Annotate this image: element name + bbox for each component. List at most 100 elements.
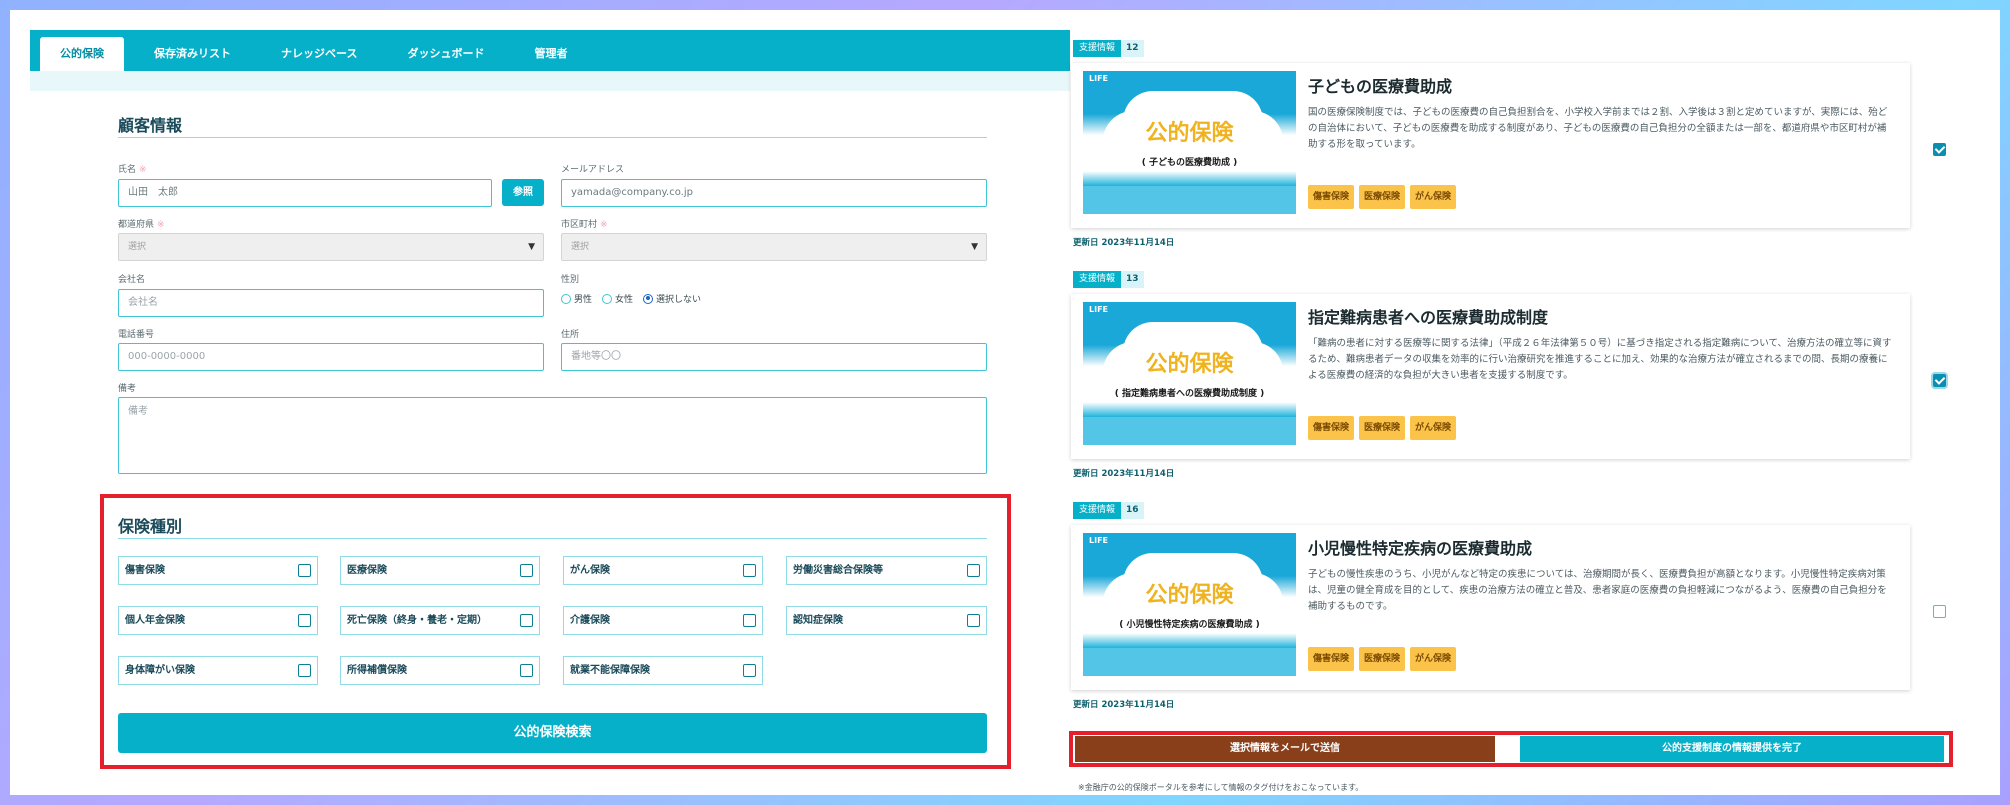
support-card: LIFE 公的保険 ( 指定難病患者への医療費助成制度 ) 指定難病患者への医療… (1071, 294, 1910, 459)
insurance-type-checkbox[interactable]: 就業不能保障保険 (563, 656, 763, 685)
tag-badge: 医療保険 (1359, 647, 1406, 671)
prefecture-select[interactable]: 選択 ▼ (118, 233, 544, 261)
thumbnail-title: 公的保険 (1145, 583, 1234, 608)
phone-field[interactable]: 000-0000-0000 (118, 343, 544, 371)
checkbox-icon (298, 564, 311, 577)
radio-icon (602, 293, 613, 304)
tag-badge: がん保険 (1410, 647, 1457, 671)
tag-badge: がん保険 (1410, 416, 1457, 440)
tab-bar: 公的保険 保存済みリスト ナレッジベース ダッシュボード 管理者 (30, 30, 1070, 71)
required-mark: ※ (600, 220, 608, 230)
insurance-type-checkbox[interactable]: 個人年金保険 (118, 606, 318, 635)
card-thumbnail: LIFE 公的保険 ( 指定難病患者への医療費助成制度 ) (1083, 302, 1296, 445)
company-label: 会社名 (118, 275, 146, 285)
tag-badge: 傷害保険 (1308, 647, 1355, 671)
tab-saved-list[interactable]: 保存済みリスト (134, 37, 251, 71)
thumbnail-title: 公的保険 (1145, 352, 1234, 377)
company-field[interactable]: 会社名 (118, 289, 544, 317)
memo-field[interactable]: 備考 (118, 397, 987, 474)
card-select-checkbox[interactable] (1933, 143, 1946, 156)
life-logo-icon: LIFE (1089, 536, 1109, 545)
card-title: 指定難病患者への医療費助成制度 (1308, 308, 1549, 327)
insurance-type-checkbox[interactable]: 労働災害総合保険等 (786, 556, 987, 585)
insurance-type-checkbox[interactable]: 介護保険 (563, 606, 763, 635)
radio-icon (561, 293, 571, 304)
name-field[interactable]: 山田 太郎 (118, 179, 492, 207)
complete-button[interactable]: 公的支援制度の情報提供を完了 (1520, 736, 1944, 762)
updated-date: 更新日 2023年11月14日 (1073, 700, 1175, 710)
insurance-type-checkbox[interactable]: 認知症保険 (786, 606, 987, 635)
reference-button[interactable]: 参照 (502, 179, 544, 206)
city-select[interactable]: 選択 ▼ (561, 233, 987, 261)
support-info-badge: 支援情報 12 (1073, 40, 1144, 57)
checkbox-icon (743, 614, 756, 627)
email-label: メールアドレス (561, 165, 625, 175)
checkbox-icon (298, 614, 311, 627)
gender-none-option[interactable]: 選択しない (643, 292, 701, 305)
app-window: 公的保険 保存済みリスト ナレッジベース ダッシュボード 管理者 顧客情報 氏名… (10, 10, 2000, 795)
gender-radio-group: 男性 女性 選択しない (561, 292, 711, 305)
support-info-badge: 支援情報 16 (1073, 502, 1144, 519)
radio-selected-icon (643, 293, 654, 304)
support-info-badge: 支援情報 13 (1073, 271, 1144, 288)
gender-male-option[interactable]: 男性 (561, 292, 592, 305)
city-skyline-icon (1083, 648, 1296, 676)
insurance-type-checkbox[interactable]: 死亡保険（終身・養老・定期） (340, 606, 540, 635)
insurance-type-checkbox[interactable]: 医療保険 (340, 556, 540, 585)
city-skyline-icon (1083, 186, 1296, 214)
address-field[interactable]: 番地等〇〇 (561, 343, 987, 371)
insurance-type-checkbox[interactable]: がん保険 (563, 556, 763, 585)
card-thumbnail: LIFE 公的保険 ( 小児慢性特定疾病の医療費助成 ) (1083, 533, 1296, 676)
card-tags: 傷害保険 医療保険 がん保険 (1308, 185, 1461, 209)
name-label: 氏名 ※ (118, 165, 147, 175)
checkbox-icon (743, 664, 756, 677)
required-mark: ※ (139, 165, 147, 175)
insurance-type-checkbox[interactable]: 所得補償保険 (340, 656, 540, 685)
support-info-panel: 支援情報 12 LIFE 公的保険 ( 子どもの医療費助成 ) 子どもの医療費助成… (1068, 30, 1968, 795)
thumbnail-title: 公的保険 (1145, 121, 1234, 146)
required-mark: ※ (157, 220, 165, 230)
card-title: 子どもの医療費助成 (1308, 77, 1453, 96)
thumbnail-subtitle: ( 指定難病患者への医療費助成制度 ) (1114, 389, 1265, 399)
card-select-checkbox[interactable] (1933, 605, 1946, 618)
updated-date: 更新日 2023年11月14日 (1073, 238, 1175, 248)
tab-strip (30, 71, 1070, 91)
checkbox-icon (520, 614, 533, 627)
thumbnail-subtitle: ( 子どもの医療費助成 ) (1141, 158, 1238, 168)
insurance-section-title: 保険種別 (118, 517, 183, 536)
card-body: 「難病の患者に対する医療等に関する法律」（平成２６年法律第５０号）に基づき指定さ… (1308, 338, 1892, 381)
tab-public-insurance[interactable]: 公的保険 (40, 37, 124, 71)
card-title: 小児慢性特定疾病の医療費助成 (1308, 539, 1533, 558)
tab-dashboard[interactable]: ダッシュボード (387, 37, 504, 71)
tag-badge: 医療保険 (1359, 185, 1406, 209)
checkbox-icon (743, 564, 756, 577)
support-card: LIFE 公的保険 ( 小児慢性特定疾病の医療費助成 ) 小児慢性特定疾病の医療… (1071, 525, 1910, 690)
life-logo-icon: LIFE (1089, 305, 1109, 314)
life-logo-icon: LIFE (1089, 74, 1109, 83)
card-body: 子どもの慢性疾患のうち、小児がんなど特定の疾患については、治療期間が長く、医療費… (1308, 569, 1887, 612)
checkbox-icon (967, 614, 980, 627)
customer-section-title: 顧客情報 (118, 116, 183, 135)
caret-down-icon: ▼ (528, 242, 535, 252)
checkbox-icon (967, 564, 980, 577)
thumbnail-subtitle: ( 小児慢性特定疾病の医療費助成 ) (1119, 620, 1260, 630)
checkbox-icon (520, 664, 533, 677)
send-mail-button[interactable]: 選択情報をメールで送信 (1075, 736, 1495, 762)
card-select-checkbox[interactable] (1933, 374, 1946, 387)
email-field[interactable]: yamada@company.co.jp (561, 179, 987, 207)
tab-admin[interactable]: 管理者 (514, 37, 587, 71)
footnote: ※金融庁の公的保険ポータルを参考にして情報のタグ付けをおこなっています。 (1078, 783, 1364, 792)
divider (118, 137, 987, 138)
phone-label: 電話番号 (118, 330, 155, 340)
insurance-type-checkbox[interactable]: 身体障がい保険 (118, 656, 318, 685)
public-insurance-search-button[interactable]: 公的保険検索 (118, 713, 987, 753)
tab-knowledge-base[interactable]: ナレッジベース (261, 37, 377, 71)
card-body: 国の医療保険制度では、子どもの医療費の自己負担割合を、小学校入学前までは２割、入… (1308, 107, 1888, 150)
tag-badge: 医療保険 (1359, 416, 1406, 440)
insurance-type-checkbox[interactable]: 傷害保険 (118, 556, 318, 585)
caret-down-icon: ▼ (971, 242, 978, 252)
gender-female-option[interactable]: 女性 (602, 292, 633, 305)
prefecture-label: 都道府県 ※ (118, 220, 165, 230)
tag-badge: 傷害保険 (1308, 416, 1355, 440)
city-label: 市区町村 ※ (561, 220, 608, 230)
